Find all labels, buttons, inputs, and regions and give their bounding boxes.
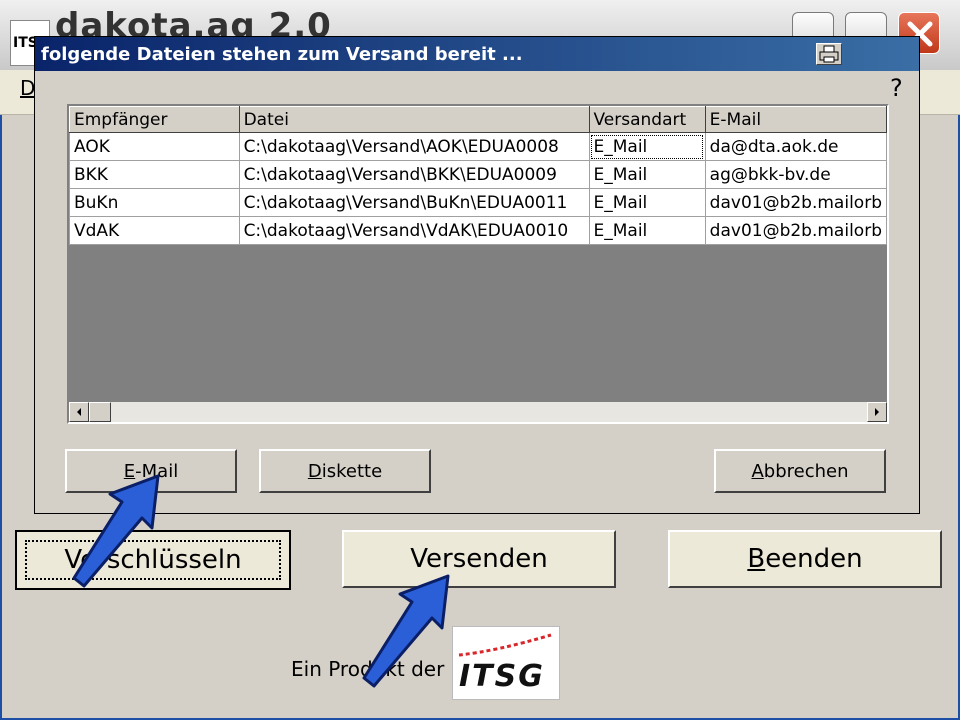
- table-cell[interactable]: VdAK: [69, 216, 240, 245]
- table-row[interactable]: VdAK C:\dakotaag\Versand\VdAK\EDUA0010 E…: [69, 216, 887, 245]
- table-cell[interactable]: BKK: [69, 160, 240, 189]
- column-header[interactable]: E-Mail: [704, 106, 887, 133]
- column-header[interactable]: Datei: [238, 106, 590, 133]
- table-cell[interactable]: dav01@b2b.mailorb: [704, 216, 887, 245]
- table-cell[interactable]: da@dta.aok.de: [704, 132, 887, 161]
- scroll-left-button[interactable]: [69, 402, 89, 422]
- annotation-arrow-icon: [362, 574, 450, 688]
- diskette-button[interactable]: Diskette: [259, 449, 431, 493]
- file-grid: Empfänger Datei Versandart E-Mail AOK C:…: [67, 104, 889, 424]
- table-cell[interactable]: E_Mail: [588, 216, 706, 245]
- table-cell[interactable]: C:\dakotaag\Versand\AOK\EDUA0008: [238, 132, 590, 161]
- quit-button-label: Beenden: [747, 544, 863, 574]
- quit-button[interactable]: Beenden: [668, 530, 942, 588]
- file-table: Empfänger Datei Versandart E-Mail AOK C:…: [69, 106, 887, 245]
- dialog-title: folgende Dateien stehen zum Versand bere…: [41, 44, 523, 65]
- scroll-thumb[interactable]: [89, 402, 111, 422]
- annotation-arrow-icon: [72, 474, 160, 588]
- printer-icon: [819, 45, 839, 63]
- horizontal-scrollbar[interactable]: [69, 402, 887, 422]
- column-header[interactable]: Versandart: [588, 106, 706, 133]
- help-button[interactable]: ?: [890, 74, 903, 102]
- cancel-button-label: Abbrechen: [751, 460, 849, 482]
- diskette-button-label: Diskette: [307, 460, 383, 482]
- table-cell[interactable]: E_Mail: [588, 188, 706, 217]
- arrow-right-icon: [875, 408, 879, 416]
- table-row[interactable]: BuKn C:\dakotaag\Versand\BuKn\EDUA0011 E…: [69, 188, 887, 217]
- itsg-logo-text: ITSG: [459, 659, 545, 694]
- cancel-button[interactable]: Abbrechen: [714, 449, 886, 493]
- table-cell[interactable]: E_Mail: [588, 160, 706, 189]
- table-cell[interactable]: C:\dakotaag\Versand\VdAK\EDUA0010: [238, 216, 590, 245]
- table-cell[interactable]: C:\dakotaag\Versand\BKK\EDUA0009: [238, 160, 590, 189]
- table-header-row: Empfänger Datei Versandart E-Mail: [69, 106, 887, 133]
- table-cell[interactable]: BuKn: [69, 188, 240, 217]
- table-cell[interactable]: C:\dakotaag\Versand\BuKn\EDUA0011: [238, 188, 590, 217]
- arrow-left-icon: [77, 408, 81, 416]
- table-row[interactable]: BKK C:\dakotaag\Versand\BKK\EDUA0009 E_M…: [69, 160, 887, 189]
- print-button[interactable]: [816, 43, 842, 65]
- itsg-logo: ITSG: [452, 626, 560, 700]
- table-cell[interactable]: E_Mail: [588, 132, 706, 161]
- table-cell[interactable]: dav01@b2b.mailorb: [704, 188, 887, 217]
- table-cell[interactable]: ag@bkk-bv.de: [704, 160, 887, 189]
- scroll-right-button[interactable]: [867, 402, 887, 422]
- column-header[interactable]: Empfänger: [69, 106, 240, 133]
- table-cell[interactable]: AOK: [69, 132, 240, 161]
- logo-swoosh-icon: [458, 633, 552, 657]
- table-row[interactable]: AOK C:\dakotaag\Versand\AOK\EDUA0008 E_M…: [69, 132, 887, 161]
